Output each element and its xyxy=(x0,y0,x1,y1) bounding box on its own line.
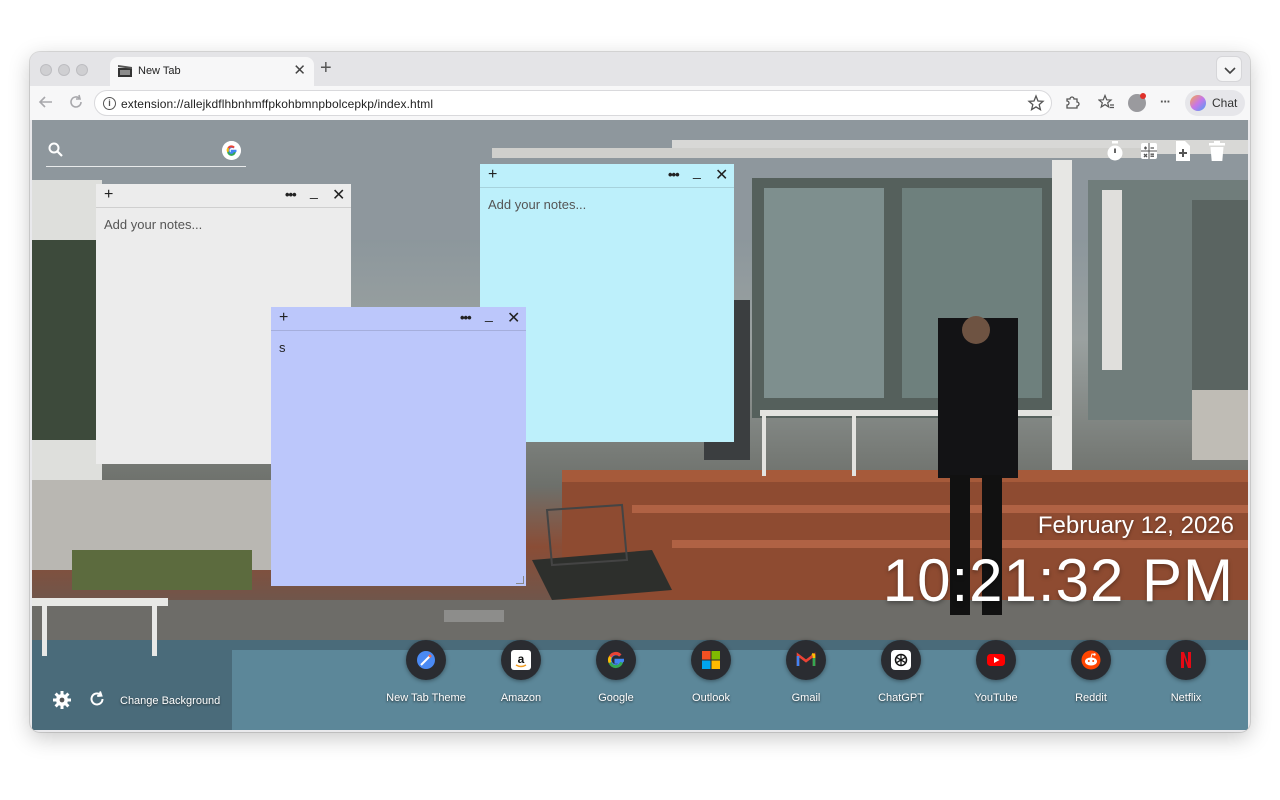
profile-alert-dot xyxy=(1140,93,1146,99)
search-input[interactable] xyxy=(46,166,246,167)
change-background-button[interactable]: Change Background xyxy=(120,695,220,707)
shortcut-circle xyxy=(881,640,921,680)
note-add-icon[interactable]: + xyxy=(279,309,288,327)
chat-button[interactable]: Chat xyxy=(1185,90,1245,116)
new-tab-button[interactable]: + xyxy=(320,58,332,78)
shortcut-reddit[interactable]: Reddit xyxy=(1051,640,1131,708)
gmail-icon xyxy=(796,652,816,666)
bookmark-star-icon[interactable] xyxy=(1027,94,1045,112)
address-bar[interactable]: i extension://allejkdflhbnhmffpkohbmnpbo… xyxy=(94,90,1052,116)
shortcut-circle xyxy=(406,640,446,680)
date-display: February 12, 2026 xyxy=(1037,512,1234,539)
shortcut-circle xyxy=(786,640,826,680)
shortcut-amazon[interactable]: a Amazon xyxy=(481,640,561,708)
note-textarea[interactable]: s xyxy=(279,340,286,355)
favorites-icon[interactable] xyxy=(1098,94,1114,110)
shortcut-label: Amazon xyxy=(500,692,542,704)
shortcut-label: ChatGPT xyxy=(878,692,924,704)
note-purple[interactable]: + ••• _ ✕ s xyxy=(271,306,526,586)
shortcut-label: New Tab Theme xyxy=(386,692,466,704)
svg-text:a: a xyxy=(518,652,525,666)
tab-new-tab[interactable]: New Tab ✕ xyxy=(110,57,314,87)
trash-icon[interactable] xyxy=(1206,140,1228,162)
note-textarea[interactable]: Add your notes... xyxy=(104,217,202,232)
extensions-puzzle-icon[interactable] xyxy=(1064,94,1080,110)
note-header[interactable]: + ••• _ ✕ xyxy=(480,163,734,188)
netflix-icon xyxy=(1181,652,1191,668)
shortcut-gmail[interactable]: Gmail xyxy=(766,640,846,708)
note-more-icon[interactable]: ••• xyxy=(668,167,680,182)
reload-icon[interactable] xyxy=(68,94,84,110)
google-icon xyxy=(608,652,624,669)
note-minimize-icon[interactable]: _ xyxy=(485,306,493,322)
chat-label: Chat xyxy=(1212,96,1238,110)
url-text[interactable]: extension://allejkdflhbnhmffpkohbmnpbolc… xyxy=(121,97,433,111)
tab-title: New Tab xyxy=(138,65,181,77)
tab-strip: New Tab ✕ + xyxy=(30,52,1250,87)
note-close-icon[interactable]: ✕ xyxy=(507,308,520,328)
shortcut-circle xyxy=(691,640,731,680)
note-minimize-icon[interactable]: _ xyxy=(310,183,318,199)
google-engine-icon[interactable] xyxy=(222,141,241,160)
youtube-icon xyxy=(987,654,1005,666)
shortcut-circle: a xyxy=(501,640,541,680)
timer-icon[interactable] xyxy=(1104,140,1126,162)
shortcut-google[interactable]: Google xyxy=(576,640,656,708)
shortcut-chatgpt[interactable]: ChatGPT xyxy=(861,640,941,708)
clapperboard-icon xyxy=(118,65,132,77)
shortcut-circle xyxy=(976,640,1016,680)
shortcut-youtube[interactable]: YouTube xyxy=(956,640,1036,708)
new-tab-page: + ••• _ ✕ Add your notes... + ••• _ ✕ Ad… xyxy=(32,120,1248,730)
close-window-button[interactable] xyxy=(40,64,52,76)
chevron-down-icon xyxy=(1224,67,1236,75)
note-minimize-icon[interactable]: _ xyxy=(693,163,701,179)
shortcut-label: Google xyxy=(598,692,634,704)
shortcut-label: Outlook xyxy=(692,692,730,704)
note-add-icon[interactable]: + xyxy=(488,166,497,184)
search-icon[interactable] xyxy=(48,142,64,158)
settings-gear-icon[interactable] xyxy=(52,690,72,710)
shortcut-label: Netflix xyxy=(1170,692,1202,704)
reddit-icon xyxy=(1081,650,1101,670)
shortcut-netflix[interactable]: Netflix xyxy=(1146,640,1226,708)
note-close-icon[interactable]: ✕ xyxy=(715,165,728,185)
tab-search-button[interactable] xyxy=(1216,56,1242,82)
shortcut-label: Gmail xyxy=(791,692,821,704)
note-add-icon[interactable]: + xyxy=(104,186,113,204)
note-header[interactable]: + ••• _ ✕ xyxy=(96,183,351,208)
amazon-icon: a xyxy=(511,650,531,670)
more-menu-button[interactable]: ··· xyxy=(1160,93,1171,111)
shortcut-outlook[interactable]: Outlook xyxy=(671,640,751,708)
refresh-background-icon[interactable] xyxy=(88,690,106,708)
minimize-window-button[interactable] xyxy=(58,64,70,76)
shortcut-circle xyxy=(596,640,636,680)
zoom-window-button[interactable] xyxy=(76,64,88,76)
site-info-icon[interactable]: i xyxy=(103,97,116,110)
browser-toolbar: i extension://allejkdflhbnhmffpkohbmnpbo… xyxy=(30,86,1250,120)
note-textarea[interactable]: Add your notes... xyxy=(488,197,586,212)
copilot-icon xyxy=(1190,95,1206,111)
note-more-icon[interactable]: ••• xyxy=(460,310,472,325)
chatgpt-icon xyxy=(891,650,911,670)
shortcut-label: YouTube xyxy=(974,692,1018,704)
add-note-icon[interactable] xyxy=(1172,140,1194,162)
outlook-icon xyxy=(702,651,720,669)
shortcut-new-tab-theme[interactable]: New Tab Theme xyxy=(386,640,466,708)
shortcut-label: Reddit xyxy=(1075,692,1107,704)
browser-window: New Tab ✕ + i extension://allejkdflhbnhm… xyxy=(30,52,1250,732)
shortcut-circle xyxy=(1071,640,1111,680)
calculator-icon[interactable] xyxy=(1138,140,1160,162)
note-header[interactable]: + ••• _ ✕ xyxy=(271,306,526,331)
back-arrow-icon[interactable] xyxy=(38,94,54,110)
new-tab-theme-icon xyxy=(417,651,435,669)
clock-display: 10:21:32 PM xyxy=(882,547,1234,614)
note-close-icon[interactable]: ✕ xyxy=(332,185,345,205)
tab-close-icon[interactable]: ✕ xyxy=(293,62,306,80)
resize-handle[interactable] xyxy=(516,576,524,584)
note-more-icon[interactable]: ••• xyxy=(285,187,297,202)
shortcut-circle xyxy=(1166,640,1206,680)
